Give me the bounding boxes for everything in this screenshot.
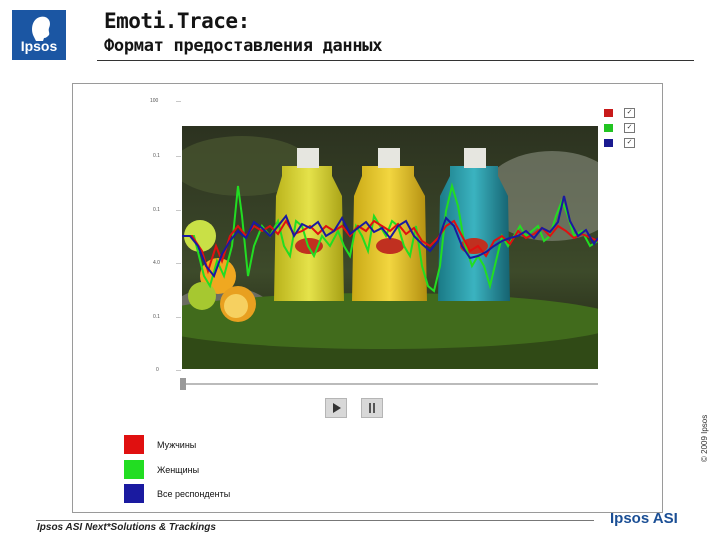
y-tick-label: 4.0 [153, 260, 160, 266]
checkbox-checked-icon[interactable]: ✓ [624, 123, 635, 133]
series-swatch [604, 124, 613, 132]
series-toggle-all[interactable]: ✓ [604, 138, 638, 148]
legend-label-women: Женщины [157, 465, 200, 475]
footer-text: Ipsos ASI Next*Solutions & Trackings [37, 522, 216, 533]
series-swatch [604, 139, 613, 147]
y-tick-label: 0.1 [153, 153, 160, 159]
play-button[interactable] [325, 398, 347, 418]
pause-icon [369, 403, 371, 413]
y-tick-label: 100 [150, 98, 159, 104]
page-title: Emoti.Trace: [104, 9, 250, 33]
video-scene [182, 126, 598, 369]
video-frame[interactable] [182, 126, 598, 369]
y-tick [176, 101, 181, 102]
header-divider [97, 60, 694, 61]
series-toggle-men[interactable]: ✓ [604, 108, 638, 118]
series-swatch [604, 109, 613, 117]
y-tick [176, 156, 181, 157]
logo-text: Ipsos [20, 38, 58, 54]
legend-swatch-men [124, 435, 144, 454]
timeline-scrubber[interactable] [180, 378, 186, 390]
ipsos-logo: Ipsos [12, 10, 66, 60]
pause-button[interactable] [361, 398, 383, 418]
y-tick [176, 317, 181, 318]
legend-swatch-all [124, 484, 144, 503]
y-tick-label: 0.1 [153, 314, 160, 320]
footer-divider [36, 520, 594, 521]
page-subtitle: Формат предоставления данных [104, 36, 383, 56]
legend-label-all: Все респонденты [157, 489, 231, 499]
y-tick-label: 0.1 [153, 207, 160, 213]
play-icon [333, 403, 341, 413]
legend-swatch-women [124, 460, 144, 479]
playback-timeline[interactable] [182, 383, 598, 385]
checkbox-checked-icon[interactable]: ✓ [624, 108, 635, 118]
y-tick [176, 210, 181, 211]
y-tick-label: 0 [156, 367, 159, 373]
series-toggle-women[interactable]: ✓ [604, 123, 638, 133]
y-tick [176, 263, 181, 264]
copyright-text: © 2009 Ipsos [700, 414, 709, 462]
y-tick [176, 370, 181, 371]
checkbox-checked-icon[interactable]: ✓ [624, 138, 635, 148]
legend-label-men: Мужчины [157, 440, 197, 450]
footer-brand: Ipsos ASI [610, 510, 678, 527]
